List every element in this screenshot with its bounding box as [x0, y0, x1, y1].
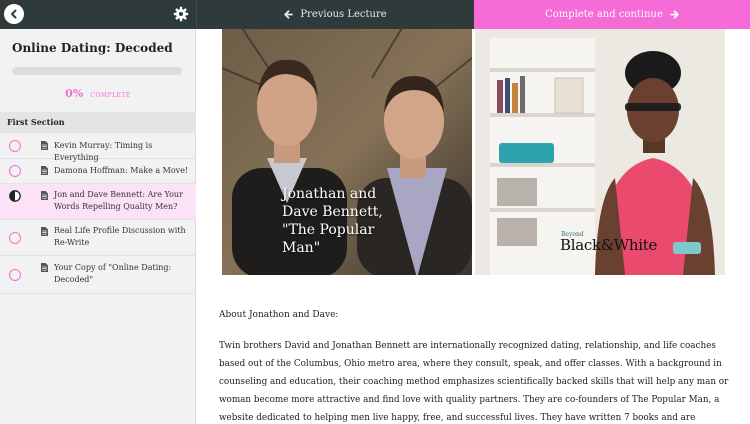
- course-title: Online Dating: Decoded: [12, 41, 173, 55]
- lecture-item[interactable]: Real Life Profile Discussion with Re-Wri…: [0, 220, 196, 256]
- lecture-item-current[interactable]: Jon and Dave Bennett: Are Your Words Rep…: [0, 184, 196, 220]
- half-circle-icon: [9, 190, 21, 202]
- document-icon: [41, 227, 48, 236]
- progress-label: 0% COMPLETE: [0, 82, 196, 101]
- document-icon: [41, 141, 48, 150]
- bennett-brothers-photo: Jonathan and Dave Bennett, "The Popular …: [222, 29, 472, 275]
- empty-circle-icon: [9, 140, 21, 152]
- lecture-list: Kevin Murray: Timing is Everything Damon…: [0, 134, 196, 294]
- lecture-content: Jonathan and Dave Bennett, "The Popular …: [196, 29, 750, 424]
- empty-circle-icon: [9, 232, 21, 244]
- section-title: First Section: [0, 112, 196, 133]
- host-photo: Beyond Black&White: [475, 29, 725, 275]
- lecture-hero-image: Jonathan and Dave Bennett, "The Popular …: [222, 29, 725, 275]
- lecture-title: Real Life Profile Discussion with Re-Wri…: [54, 226, 186, 247]
- course-progress-bar: [12, 67, 182, 75]
- document-icon: [41, 263, 48, 272]
- brand-logo-main: Black&White: [560, 236, 658, 254]
- top-bar: Previous Lecture Complete and continue: [0, 0, 750, 29]
- progress-percent: 0%: [65, 87, 84, 100]
- lecture-title: Your Copy of "Online Dating: Decoded": [54, 263, 172, 284]
- lecture-title: Damona Hoffman: Make a Move!: [54, 166, 189, 175]
- document-icon: [41, 166, 48, 175]
- course-sidebar: Online Dating: Decoded 0% COMPLETE First…: [0, 29, 196, 424]
- lecture-item[interactable]: Damona Hoffman: Make a Move!: [0, 159, 196, 184]
- document-icon: [41, 191, 48, 200]
- empty-circle-icon: [9, 269, 21, 281]
- back-arrow-icon: [11, 9, 17, 19]
- empty-circle-icon: [9, 165, 21, 177]
- gear-icon[interactable]: [173, 6, 189, 22]
- complete-and-continue-label: Complete and continue: [545, 9, 663, 20]
- hero-caption: Jonathan and Dave Bennett, "The Popular …: [282, 186, 383, 256]
- arrow-right-icon: [670, 10, 679, 19]
- progress-complete-word: COMPLETE: [90, 92, 131, 99]
- lecture-title: Jon and Dave Bennett: Are Your Words Rep…: [54, 190, 183, 211]
- about-heading: About Jonathon and Dave:: [219, 310, 339, 320]
- complete-and-continue-button[interactable]: Complete and continue: [474, 0, 750, 29]
- lecture-item[interactable]: Kevin Murray: Timing is Everything: [0, 134, 196, 162]
- about-text: Twin brothers David and Jonathan Bennett…: [219, 341, 729, 423]
- back-button[interactable]: [4, 4, 24, 24]
- lecture-item[interactable]: Your Copy of "Online Dating: Decoded": [0, 256, 196, 294]
- arrow-left-icon: [284, 10, 294, 19]
- top-bar-left: [0, 0, 196, 29]
- previous-lecture-button[interactable]: Previous Lecture: [196, 0, 474, 29]
- previous-lecture-label: Previous Lecture: [300, 9, 387, 20]
